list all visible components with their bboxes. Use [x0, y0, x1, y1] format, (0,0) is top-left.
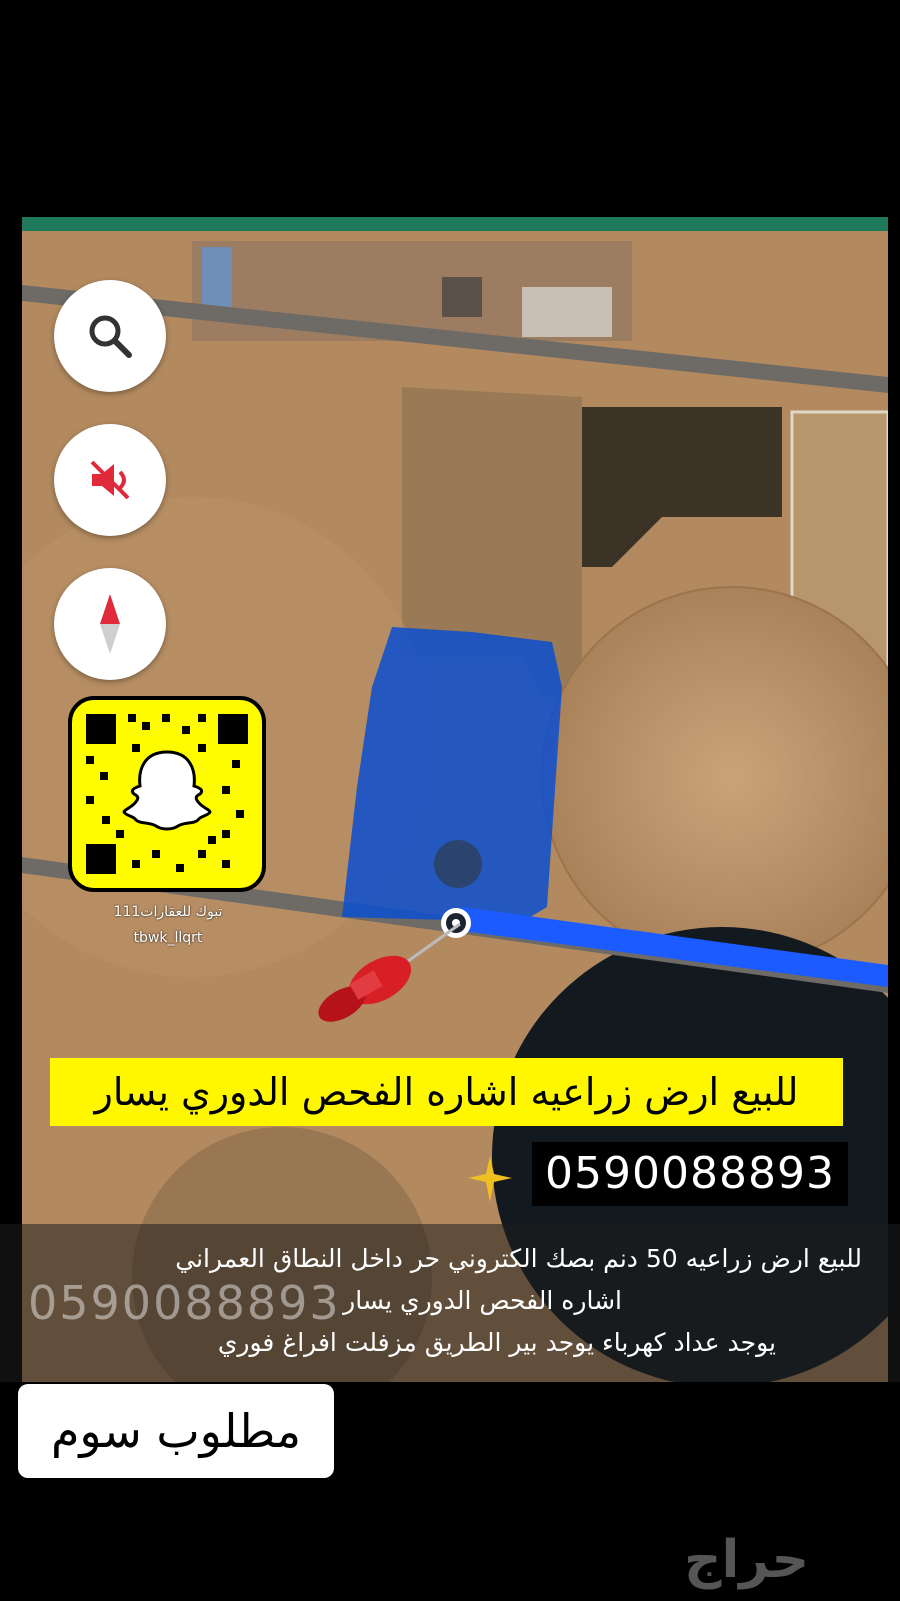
compass-icon — [100, 594, 120, 654]
qr-pattern — [82, 710, 252, 878]
snapchat-qr-code[interactable] — [68, 696, 266, 892]
mute-button[interactable] — [54, 424, 166, 536]
headline-banner: للبيع ارض زراعيه اشاره الفحص الدوري يسار — [50, 1058, 843, 1126]
watermark-phone: 0590088893 — [28, 1276, 341, 1330]
description-line-1: للبيع ارض زراعيه 50 دنم بصك الكتروني حر … — [175, 1244, 862, 1273]
search-button[interactable] — [54, 280, 166, 392]
description-line-2: اشاره الفحص الدوري يسار — [343, 1286, 622, 1315]
phone-number[interactable]: 0590088893 — [532, 1142, 848, 1206]
sparkle-icon — [468, 1156, 512, 1202]
push-pin-icon — [318, 922, 461, 1022]
site-logo: حراج — [684, 1530, 810, 1590]
search-icon — [89, 315, 132, 358]
snapchat-name: تبوك للعقارات111 — [113, 904, 223, 920]
price-label: مطلوب سوم — [18, 1384, 334, 1478]
description-line-3: يوجد عداد كهرباء يوجد بير الطريق مزفلت ا… — [217, 1328, 776, 1357]
sound-off-icon — [90, 460, 130, 500]
snapchat-handle: tbwk_llqrt — [133, 930, 203, 946]
compass-button[interactable] — [54, 568, 166, 680]
